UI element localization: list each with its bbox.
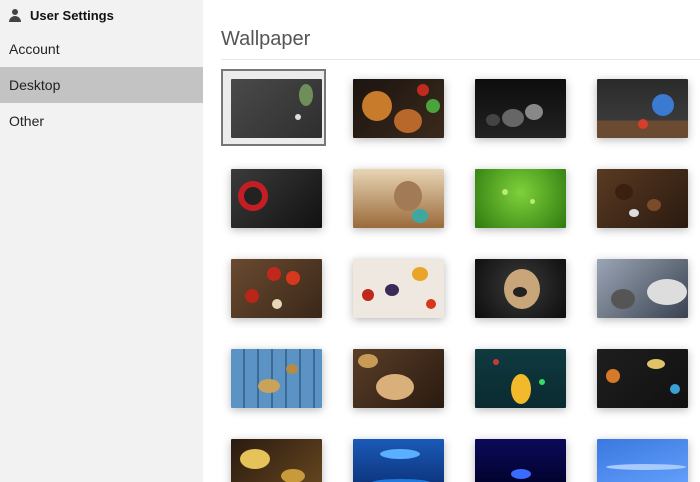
wallpaper-thumbnail: [231, 79, 322, 138]
thumbnail-shape: [606, 369, 621, 383]
thumbnail-shape: [615, 184, 634, 200]
pies-apples-wallpaper[interactable]: [353, 79, 444, 138]
thumbnail-shape: [647, 359, 666, 369]
thumbnail-shape: [511, 374, 532, 404]
thumbnail-shape: [380, 449, 421, 459]
wallpaper-thumbnail: [597, 439, 688, 482]
wallpaper-thumbnail: [475, 169, 566, 228]
thumbnail-shape: [412, 267, 429, 281]
sidebar-item-account[interactable]: Account: [0, 31, 203, 67]
thumbnail-shape: [412, 209, 429, 223]
blue-wave-wallpaper[interactable]: [597, 439, 688, 482]
dark-spheres-wallpaper[interactable]: [475, 79, 566, 138]
sidebar: User Settings Account Desktop Other: [0, 0, 203, 482]
thumbnail-shape: [493, 359, 500, 365]
globe-books-wallpaper[interactable]: [597, 79, 688, 138]
blue-wood-planks-wallpaper[interactable]: [231, 349, 322, 408]
breakfast-berries-wallpaper[interactable]: [353, 259, 444, 318]
wallpaper-thumbnail: [353, 79, 444, 138]
sidebar-item-desktop[interactable]: Desktop: [0, 67, 203, 103]
wallpaper-thumbnail: [231, 169, 322, 228]
cat-yarn-wallpaper[interactable]: [353, 169, 444, 228]
sidebar-nav: Account Desktop Other: [0, 31, 203, 139]
scales-books-wallpaper[interactable]: [597, 259, 688, 318]
thumbnail-shape: [502, 109, 525, 127]
thumbnail-shape: [606, 464, 687, 470]
thumbnail-shape: [362, 91, 393, 121]
main-panel: Wallpaper: [203, 0, 700, 482]
slate-rosemary-wallpaper[interactable]: [231, 79, 322, 138]
green-apple-drops-wallpaper[interactable]: [475, 169, 566, 228]
thumbnail-shape: [525, 104, 544, 120]
thumbnail-shape: [285, 271, 300, 285]
thumbnail-shape: [669, 384, 680, 394]
wallpaper-thumbnail: [475, 259, 566, 318]
thumbnail-shape: [362, 289, 375, 301]
thumbnail-shape: [258, 379, 281, 393]
thumbnail-shape: [281, 469, 306, 482]
thumbnail-shape: [267, 267, 282, 281]
wallpaper-thumbnail: [231, 259, 322, 318]
thumbnail-shape: [511, 469, 532, 479]
thumbnail-shape: [485, 114, 500, 126]
dark-blue-lights-wallpaper[interactable]: [475, 439, 566, 482]
thumbnail-shape: [651, 94, 674, 116]
chestnuts-wood-wallpaper[interactable]: [597, 169, 688, 228]
thumbnail-shape: [628, 209, 639, 217]
wallpaper-thumbnail: [597, 79, 688, 138]
wallpaper-thumbnail: [475, 349, 566, 408]
wallpaper-thumbnail: [597, 169, 688, 228]
user-icon: [9, 8, 21, 22]
thumbnail-shape: [299, 84, 314, 106]
thumbnail-shape: [294, 114, 301, 120]
thumbnail-shape: [357, 354, 378, 368]
thumbnail-shape: [647, 199, 662, 211]
sidebar-header: User Settings: [0, 0, 203, 30]
wallpaper-thumbnail: [353, 439, 444, 482]
thumbnail-shape: [244, 289, 259, 303]
thumbnail-shape: [375, 374, 414, 400]
thumbnail-shape: [610, 289, 635, 309]
thumbnail-shape: [647, 279, 688, 305]
thumbnail-shape: [393, 109, 422, 133]
blue-tech-wallpaper[interactable]: [353, 439, 444, 482]
thumbnail-shape: [416, 84, 429, 96]
kid-reading-wallpaper[interactable]: [475, 349, 566, 408]
wallpaper-thumbnail: [353, 259, 444, 318]
wallpaper-thumbnail: [597, 349, 688, 408]
thumbnail-shape: [637, 119, 648, 129]
thumbnail-shape: [384, 284, 399, 296]
thumbnail-shape: [425, 99, 440, 113]
apples-crate-wallpaper[interactable]: [231, 259, 322, 318]
wallpaper-thumbnail: [231, 439, 322, 482]
thumbnail-shape: [529, 199, 535, 204]
thumbnail-shape: [240, 449, 271, 469]
thumbnail-shape: [393, 181, 422, 211]
pug-portrait-wallpaper[interactable]: [475, 259, 566, 318]
sidebar-header-label: User Settings: [30, 7, 114, 23]
spices-chalkboard-wallpaper[interactable]: [597, 349, 688, 408]
wallpaper-grid: [203, 0, 700, 482]
start-button-wallpaper[interactable]: [231, 169, 322, 228]
thumbnail-shape: [285, 364, 298, 374]
wallpaper-thumbnail: [353, 349, 444, 408]
thumbnail-shape: [271, 299, 282, 309]
bread-wheat-wallpaper[interactable]: [353, 349, 444, 408]
sidebar-item-other[interactable]: Other: [0, 103, 203, 139]
gold-coins-wallpaper[interactable]: [231, 439, 322, 482]
wallpaper-thumbnail: [475, 79, 566, 138]
wallpaper-thumbnail: [475, 439, 566, 482]
wallpaper-thumbnail: [353, 169, 444, 228]
thumbnail-shape: [243, 187, 262, 205]
thumbnail-shape: [425, 299, 436, 309]
thumbnail-shape: [538, 379, 545, 385]
wallpaper-thumbnail: [597, 259, 688, 318]
wallpaper-thumbnail: [231, 349, 322, 408]
thumbnail-shape: [502, 189, 509, 195]
